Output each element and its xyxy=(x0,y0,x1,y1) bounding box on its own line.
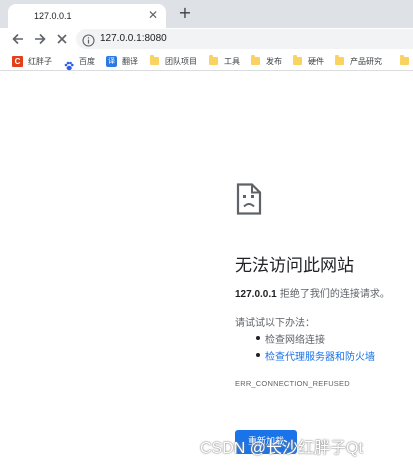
error-message: 127.0.0.1 拒绝了我们的连接请求。 xyxy=(235,285,390,300)
tab-strip: 127.0.0.1 ✕ + xyxy=(0,0,413,28)
bookmark-label: 百度 xyxy=(79,56,95,66)
suggestion-link[interactable]: 检查代理服务器和防火墙 xyxy=(265,352,375,363)
folder-icon xyxy=(400,55,409,65)
bookmark-folder-overflow[interactable] xyxy=(400,54,413,68)
bookmark-folder-team-projects[interactable]: 团队项目 xyxy=(150,54,197,68)
bookmark-label: 产品研究 xyxy=(350,56,382,66)
baidu-paw-icon xyxy=(64,56,74,71)
bookmark-label: 团队项目 xyxy=(165,56,197,66)
bookmark-folder-publish[interactable]: 发布 xyxy=(251,54,282,68)
suggestions-list: 检查网络连接 检查代理服务器和防火墙 xyxy=(235,331,375,365)
bookmark-translate[interactable]: 译 翻译 xyxy=(106,54,138,68)
toolbar: 127.0.0.1:8080 xyxy=(0,28,413,50)
bookmark-label: 硬件 xyxy=(308,56,324,66)
address-text: 127.0.0.1:8080 xyxy=(100,33,167,44)
page-title: 无法访问此网站 xyxy=(235,256,354,276)
info-icon[interactable] xyxy=(82,32,95,51)
bookmark-folder-hardware[interactable]: 硬件 xyxy=(293,54,324,68)
csdn-icon: C xyxy=(12,55,23,67)
arrow-right-icon[interactable] xyxy=(32,31,48,47)
bookmark-folder-tools[interactable]: 工具 xyxy=(209,54,240,68)
tab-close-icon[interactable]: ✕ xyxy=(148,9,158,21)
suggestions-label: 请试试以下办法： xyxy=(235,318,315,329)
bookmark-label: 翻译 xyxy=(122,56,138,66)
suggestion-item-link[interactable]: 检查代理服务器和防火墙 xyxy=(235,348,375,365)
folder-icon xyxy=(335,55,344,65)
bookmark-label: 工具 xyxy=(224,56,240,66)
bookmarks-bar: C 红胖子 百度 译 翻译 团队项目 工具 发布 硬件 产品研究 xyxy=(0,50,413,71)
address-bar[interactable]: 127.0.0.1:8080 xyxy=(76,29,413,49)
folder-icon xyxy=(251,55,260,65)
broken-page-icon xyxy=(236,183,262,219)
bookmark-label: 发布 xyxy=(266,56,282,66)
watermark: CSDN @长沙红胖子Qt xyxy=(200,440,363,457)
arrow-left-icon[interactable] xyxy=(10,31,26,47)
new-tab-button[interactable]: + xyxy=(176,4,194,22)
error-message-text: 拒绝了我们的连接请求。 xyxy=(279,289,390,300)
suggestion-item: 检查网络连接 xyxy=(235,331,375,348)
folder-icon xyxy=(209,55,218,65)
close-icon[interactable] xyxy=(54,31,70,47)
bookmark-baidu[interactable]: 百度 xyxy=(64,54,95,71)
error-code: ERR_CONNECTION_REFUSED xyxy=(235,379,350,388)
tab-title: 127.0.0.1 xyxy=(34,11,72,21)
bullet-icon xyxy=(256,353,260,357)
bullet-icon xyxy=(256,336,260,340)
tab-active[interactable]: 127.0.0.1 ✕ xyxy=(8,4,166,28)
bookmark-label: 红胖子 xyxy=(28,56,52,66)
error-host: 127.0.0.1 xyxy=(235,289,277,300)
folder-icon xyxy=(293,55,302,65)
bookmark-hongpangzi[interactable]: C 红胖子 xyxy=(12,54,52,68)
translate-icon: 译 xyxy=(106,55,117,67)
bookmark-folder-product-research[interactable]: 产品研究 xyxy=(335,54,382,68)
suggestion-text: 检查网络连接 xyxy=(265,335,325,346)
folder-icon xyxy=(150,55,159,65)
